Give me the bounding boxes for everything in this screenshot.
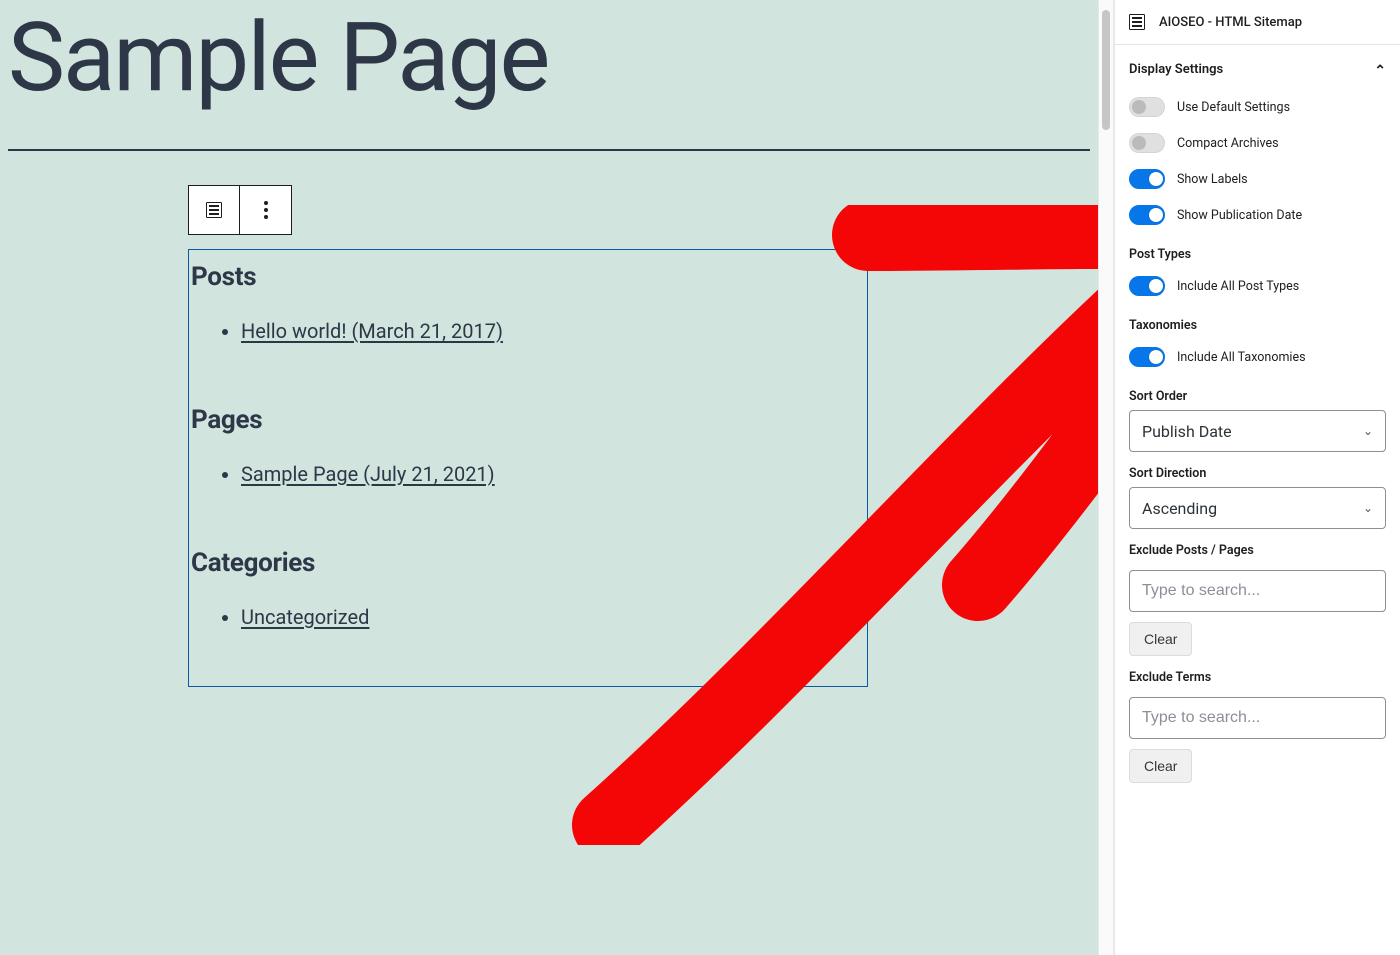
panel-display-settings[interactable]: Display Settings: [1115, 45, 1400, 89]
toggle-use-default: Use Default Settings: [1129, 89, 1386, 125]
heading-post-types: Post Types: [1129, 247, 1386, 262]
toggle-use-default-switch[interactable]: [1129, 97, 1165, 117]
editor-body: Posts Hello world! (March 21, 2017) Page…: [188, 185, 868, 687]
toggle-label: Show Labels: [1177, 172, 1248, 187]
block-icon-button[interactable]: [189, 186, 240, 234]
toggle-show-pubdate-switch[interactable]: [1129, 205, 1165, 225]
posts-list: Hello world! (March 21, 2017): [191, 312, 851, 350]
toggle-include-taxonomies-switch[interactable]: [1129, 347, 1165, 367]
toggle-label: Compact Archives: [1177, 136, 1279, 151]
select-value: Publish Date: [1142, 422, 1232, 441]
toggle-compact-archives: Compact Archives: [1129, 125, 1386, 161]
block-more-button[interactable]: [240, 186, 291, 234]
section-heading-categories: Categories: [191, 548, 851, 578]
chevron-up-icon: [1374, 61, 1386, 77]
category-link[interactable]: Uncategorized: [241, 605, 369, 629]
html-sitemap-block[interactable]: Posts Hello world! (March 21, 2017) Page…: [188, 249, 868, 687]
widget-header: AIOSEO - HTML Sitemap: [1115, 0, 1400, 45]
block-toolbar: [188, 185, 292, 235]
toggle-include-taxonomies: Include All Taxonomies: [1129, 339, 1386, 375]
toggle-label: Use Default Settings: [1177, 100, 1290, 115]
list-icon: [1129, 14, 1145, 30]
toggle-label: Show Publication Date: [1177, 208, 1302, 223]
heading-sort-order: Sort Order: [1129, 389, 1386, 404]
list-item: Sample Page (July 21, 2021): [241, 455, 851, 493]
page-link[interactable]: Sample Page (July 21, 2021): [241, 462, 495, 486]
list-icon: [206, 202, 222, 218]
chevron-down-icon: ⌄: [1363, 424, 1373, 438]
toggle-include-post-types: Include All Post Types: [1129, 268, 1386, 304]
clear-exclude-posts-button[interactable]: Clear: [1129, 622, 1192, 656]
heading-exclude-terms: Exclude Terms: [1129, 670, 1386, 685]
pages-list: Sample Page (July 21, 2021): [191, 455, 851, 493]
heading-sort-direction: Sort Direction: [1129, 466, 1386, 481]
toggle-label: Include All Taxonomies: [1177, 350, 1306, 365]
toggle-show-pubdate: Show Publication Date: [1129, 197, 1386, 233]
separator: [8, 149, 1090, 151]
select-sort-direction[interactable]: Ascending ⌄: [1129, 487, 1386, 529]
post-link[interactable]: Hello world! (March 21, 2017): [241, 319, 503, 343]
exclude-terms-input[interactable]: [1129, 697, 1386, 739]
select-value: Ascending: [1142, 499, 1217, 518]
page-title[interactable]: Sample Page: [8, 8, 1090, 109]
toggle-include-post-types-switch[interactable]: [1129, 276, 1165, 296]
block-settings-sidebar: AIOSEO - HTML Sitemap Display Settings U…: [1114, 0, 1400, 955]
chevron-down-icon: ⌄: [1363, 501, 1373, 515]
editor-scrollbar[interactable]: [1098, 0, 1114, 955]
widget-name: AIOSEO - HTML Sitemap: [1159, 15, 1302, 30]
scroll-thumb[interactable]: [1102, 10, 1110, 130]
list-item: Uncategorized: [241, 598, 851, 636]
toggle-show-labels: Show Labels: [1129, 161, 1386, 197]
clear-exclude-terms-button[interactable]: Clear: [1129, 749, 1192, 783]
section-heading-pages: Pages: [191, 405, 851, 435]
section-heading-posts: Posts: [191, 262, 851, 292]
toggle-compact-switch[interactable]: [1129, 133, 1165, 153]
list-item: Hello world! (March 21, 2017): [241, 312, 851, 350]
toggle-label: Include All Post Types: [1177, 279, 1299, 294]
editor-canvas: Sample Page Posts Hello world! (March 21…: [0, 0, 1098, 955]
select-sort-order[interactable]: Publish Date ⌄: [1129, 410, 1386, 452]
more-vertical-icon: [264, 208, 268, 212]
panel-title-label: Display Settings: [1129, 62, 1223, 77]
exclude-posts-input[interactable]: [1129, 570, 1386, 612]
categories-list: Uncategorized: [191, 598, 851, 636]
panel-body: Use Default Settings Compact Archives Sh…: [1115, 89, 1400, 803]
heading-exclude-posts: Exclude Posts / Pages: [1129, 543, 1386, 558]
heading-taxonomies: Taxonomies: [1129, 318, 1386, 333]
toggle-show-labels-switch[interactable]: [1129, 169, 1165, 189]
